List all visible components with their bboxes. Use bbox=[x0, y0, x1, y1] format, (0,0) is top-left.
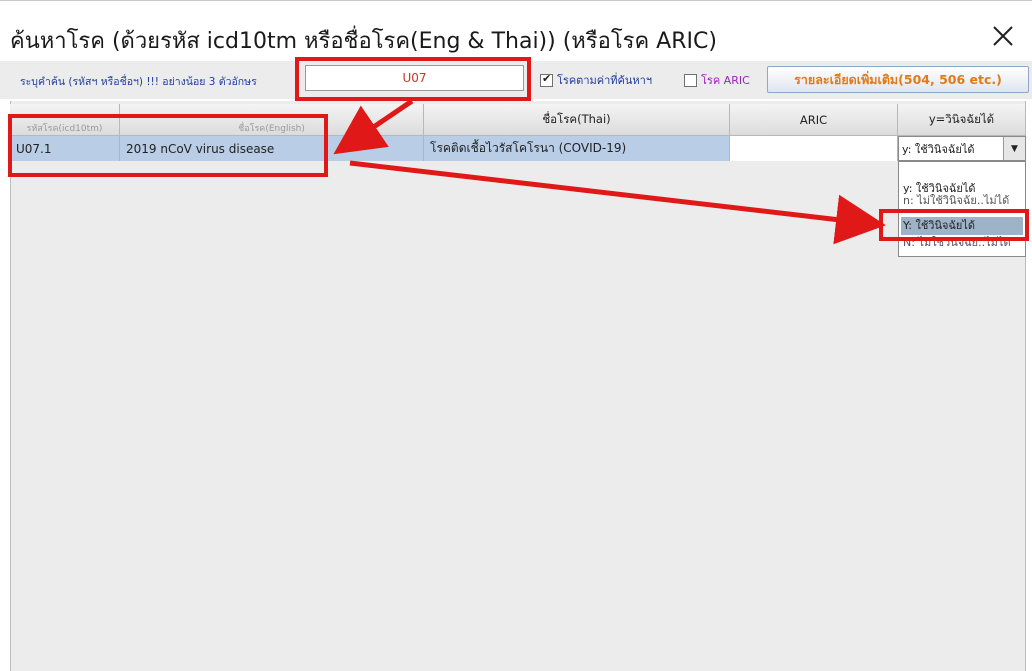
dropdown-option[interactable]: n: ไม่ใช้วินิจฉัย..ไม่ได้ bbox=[901, 192, 1023, 210]
aric-checkbox[interactable] bbox=[684, 73, 697, 87]
table-row[interactable]: U07.1 2019 nCoV virus disease โรคติดเชื้… bbox=[10, 136, 1026, 161]
diagnosis-combobox[interactable]: y: ใช้วินิจฉัยได้ ▼ bbox=[898, 136, 1026, 161]
dropdown-option[interactable]: N: ไม่ใช้วินิจฉัย..ไม่ได้ bbox=[901, 234, 1023, 252]
column-header-diagnosis[interactable]: y=วินิจฉัยได้ bbox=[898, 104, 1026, 136]
cell-code[interactable]: U07.1 bbox=[10, 136, 120, 161]
aric-checkbox-label: โรค ARIC bbox=[701, 74, 750, 87]
column-header-aric[interactable]: ARIC bbox=[730, 104, 898, 136]
close-icon[interactable] bbox=[988, 21, 1018, 51]
table-header: รหัสโรค(icd10tm) ชื่อโรค(English) ชื่อโร… bbox=[10, 104, 1026, 136]
column-header-name-en[interactable]: ชื่อโรค(English) bbox=[120, 104, 424, 136]
chevron-down-icon[interactable]: ▼ bbox=[1003, 137, 1025, 160]
search-label: ระบุคำค้น (รหัสฯ หรือชื่อฯ) !!! อย่างน้อ… bbox=[20, 76, 257, 88]
diagnosis-dropdown: y: ใช้วินิจฉัยได้ n: ไม่ใช้วินิจฉัย..ไม่… bbox=[898, 161, 1026, 257]
results-table bbox=[10, 101, 1026, 671]
filter-checkbox[interactable] bbox=[540, 72, 553, 87]
filter-checkbox-label: โรคตามค่าที่ค้นหาฯ bbox=[557, 74, 653, 87]
cell-name-en[interactable]: 2019 nCoV virus disease bbox=[120, 136, 424, 161]
title-bar: ค้นหาโรค (ด้วยรหัส icd10tm หรือชื่อโรค(E… bbox=[0, 1, 1032, 61]
cell-aric[interactable] bbox=[730, 136, 898, 161]
column-header-name-th[interactable]: ชื่อโรค(Thai) bbox=[424, 104, 730, 136]
window-title: ค้นหาโรค (ด้วยรหัส icd10tm หรือชื่อโรค(E… bbox=[10, 29, 717, 54]
aric-checkbox-group[interactable]: โรค ARIC bbox=[684, 71, 750, 89]
combobox-value: y: ใช้วินิจฉัยได้ bbox=[902, 142, 975, 156]
search-input[interactable] bbox=[305, 65, 524, 91]
cell-name-th[interactable]: โรคติดเชื้อไวรัสโคโรนา (COVID-19) bbox=[424, 136, 730, 161]
dropdown-option-highlighted[interactable]: Y: ใช้วินิจฉัยได้ bbox=[901, 217, 1023, 235]
filter-checkbox-group[interactable]: โรคตามค่าที่ค้นหาฯ bbox=[540, 71, 652, 89]
details-button[interactable]: รายละเอียดเพิ่มเติม(504, 506 etc.) bbox=[767, 66, 1029, 93]
search-disease-dialog: ค้นหาโรค (ด้วยรหัส icd10tm หรือชื่อโรค(E… bbox=[0, 0, 1032, 671]
column-header-code[interactable]: รหัสโรค(icd10tm) bbox=[10, 104, 120, 136]
